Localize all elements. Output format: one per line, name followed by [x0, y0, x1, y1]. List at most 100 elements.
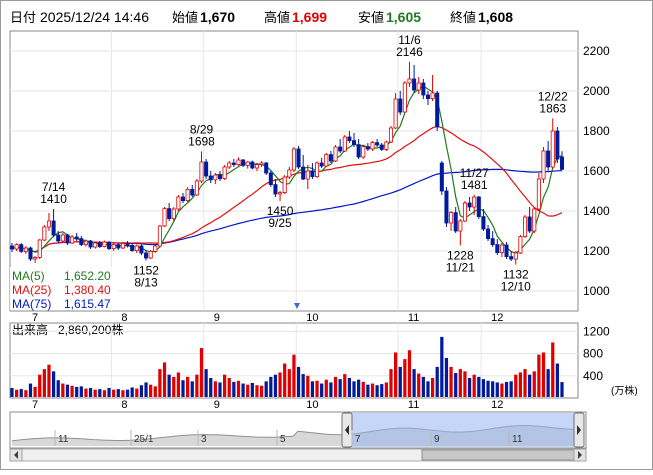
candle	[296, 146, 301, 169]
legend-ma25-label: MA(25)	[12, 283, 51, 297]
scrollbar-thumb[interactable]	[421, 449, 575, 461]
candle	[171, 207, 176, 221]
candle-body	[338, 146, 343, 152]
navigator-label: 25/1	[134, 434, 154, 445]
candle-body	[476, 196, 481, 218]
candle-body	[287, 169, 292, 178]
candle-body	[430, 92, 435, 99]
candle-body	[162, 208, 167, 227]
candle-body	[324, 154, 329, 167]
candle-body	[254, 164, 259, 169]
volume-bar	[199, 348, 204, 397]
candle	[462, 201, 467, 222]
volume-bar	[144, 382, 148, 397]
candle-body	[536, 178, 541, 210]
candle-body	[167, 208, 172, 220]
candle-body	[88, 240, 93, 248]
volume-bar	[33, 386, 37, 397]
candle	[204, 159, 209, 179]
navigator-label: 11	[512, 434, 523, 445]
candle-body	[305, 170, 310, 180]
volume-bar	[125, 389, 130, 397]
candle	[518, 235, 523, 254]
price-tick-label: 1800	[583, 124, 610, 138]
volume-bar	[283, 363, 287, 397]
price-tick-label: 2000	[583, 84, 610, 98]
volume-bar	[227, 378, 231, 397]
volume-bar	[47, 364, 51, 397]
month-label: 10	[306, 312, 318, 324]
navigator-selected-range[interactable]	[342, 413, 574, 447]
volume-bar	[537, 354, 541, 397]
candle-body	[342, 136, 347, 152]
candle-body	[148, 250, 153, 259]
candle-body	[60, 234, 65, 242]
volume-bar	[287, 369, 291, 397]
volume-bar	[486, 380, 490, 397]
annotation-date: 8/13	[134, 276, 158, 290]
candle-body	[245, 161, 250, 166]
volume-bar	[495, 382, 499, 397]
volume-bar	[491, 381, 495, 397]
candle-body	[157, 225, 162, 247]
volume-bar	[338, 379, 342, 397]
volume-bar	[315, 380, 319, 397]
volume-bar	[121, 390, 125, 397]
volume-bar	[518, 372, 523, 397]
candle-body	[425, 94, 430, 99]
price-annotation: 122811/21	[446, 248, 475, 274]
volume-bar	[357, 379, 361, 397]
candle-body	[555, 130, 560, 160]
volume-bar	[259, 385, 264, 397]
candle-body	[481, 216, 486, 230]
volume-value: 2,860,200株	[58, 322, 123, 337]
candle-body	[472, 196, 477, 208]
candle-body	[453, 212, 458, 232]
candle-body	[111, 244, 116, 250]
candle	[342, 135, 347, 152]
candle-body	[361, 146, 366, 158]
volume-bar	[435, 366, 439, 397]
candle-body	[199, 161, 204, 182]
datetime-value: 2025/12/24 14:46	[40, 9, 149, 25]
volume-bar	[306, 375, 310, 397]
candle-body	[208, 175, 213, 181]
candle	[148, 250, 153, 259]
candle-body	[458, 220, 463, 232]
month-label: 12	[491, 312, 503, 324]
volume-bar	[149, 384, 153, 397]
volume-bar	[28, 383, 33, 397]
candle-body	[301, 166, 306, 180]
price-tick-label: 1200	[583, 244, 610, 258]
candle-body	[125, 242, 130, 246]
candle-body	[227, 162, 232, 168]
candle	[402, 81, 407, 113]
price-annotation: 11/62146	[396, 33, 423, 59]
candle-body	[444, 190, 449, 224]
low-label: 安値	[358, 10, 384, 25]
month-label: 11	[408, 312, 419, 324]
candle-body	[130, 244, 135, 251]
volume-bar	[546, 369, 550, 397]
volume-bar	[343, 374, 347, 397]
candle-body	[407, 78, 412, 84]
volume-bar	[320, 383, 324, 397]
volume-bar	[15, 389, 19, 397]
volume-bar	[417, 373, 421, 397]
month-label: 9	[214, 399, 220, 411]
volume-bar	[398, 366, 402, 397]
volume-bar	[98, 389, 102, 397]
candle	[107, 241, 112, 250]
volume-bar	[269, 376, 273, 397]
price-tick-label: 1000	[583, 284, 610, 298]
high-value: 1,699	[292, 9, 327, 25]
annotation-value: 1410	[40, 192, 67, 206]
candle-body	[259, 162, 264, 165]
volume-bar	[477, 376, 481, 397]
candle-body	[97, 242, 102, 247]
candle-body	[14, 244, 19, 250]
price-annotation: 14509/25	[267, 204, 294, 230]
volume-bar	[347, 378, 352, 397]
volume-bar	[426, 381, 430, 397]
annotation-date: 12/10	[501, 280, 531, 294]
